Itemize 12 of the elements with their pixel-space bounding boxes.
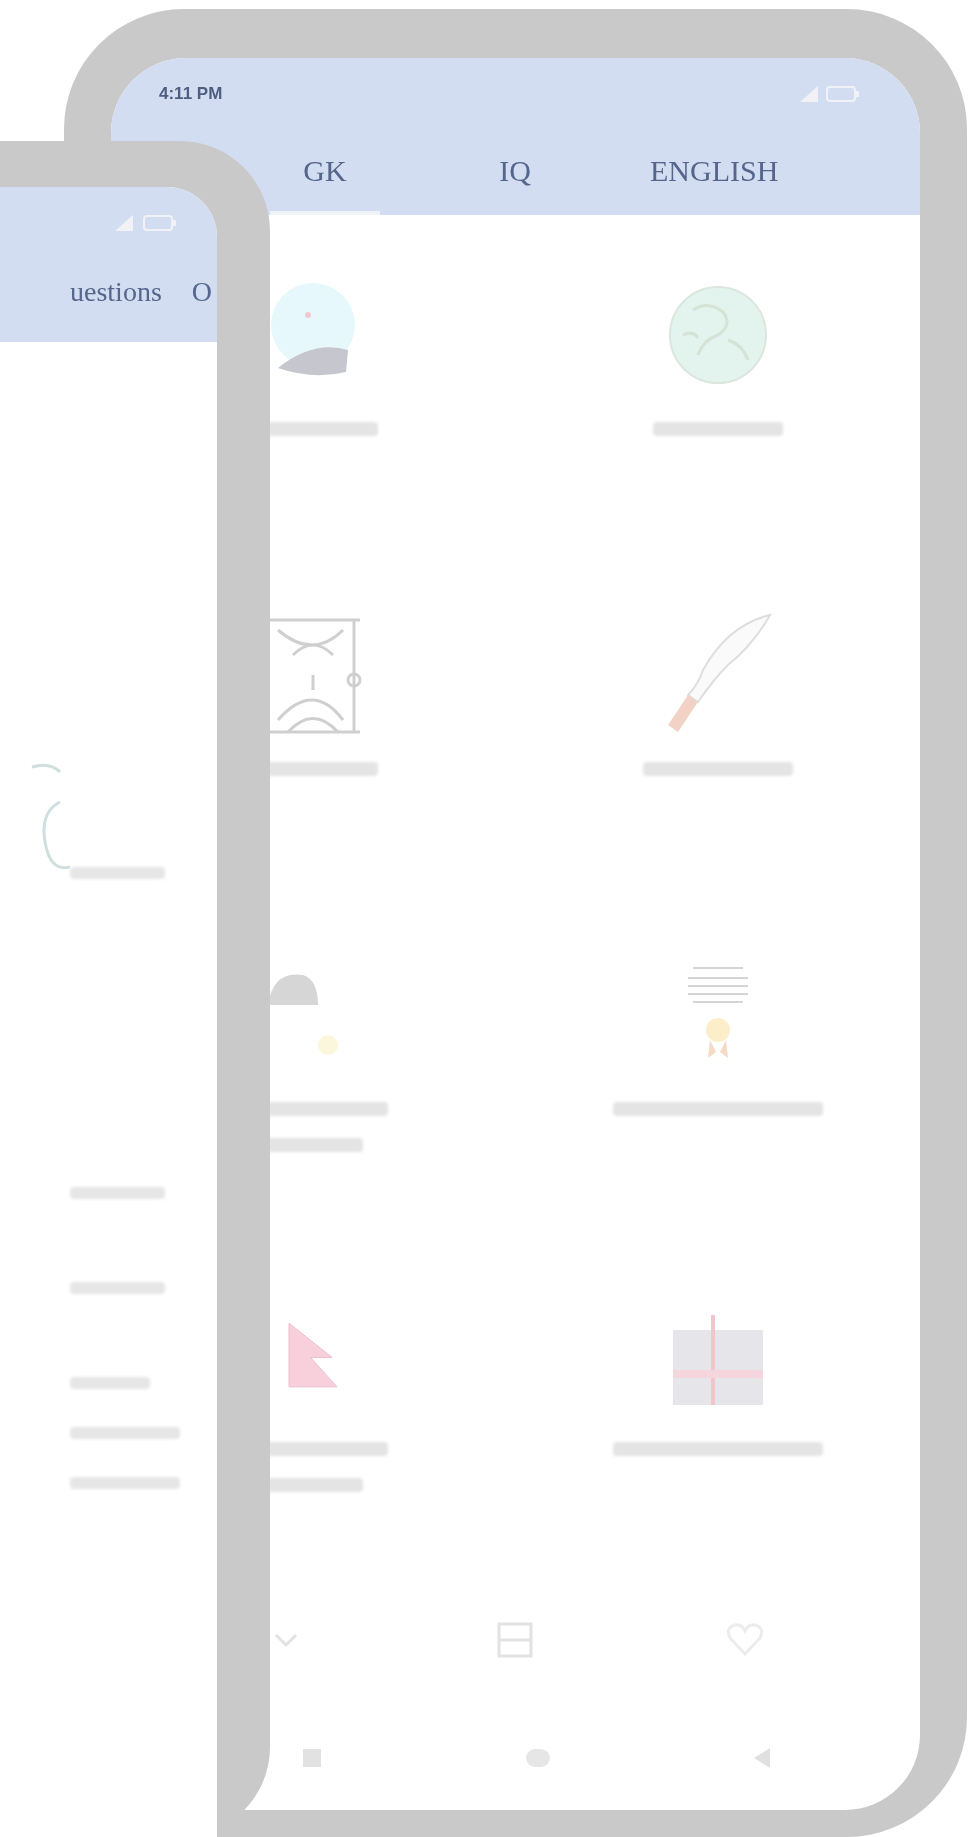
- grid-icon[interactable]: [495, 1620, 536, 1660]
- tab[interactable]: IQ: [460, 130, 570, 215]
- battery-icon: [143, 215, 177, 231]
- tab[interactable]: O: [191, 276, 212, 312]
- tab[interactable]: GK: [270, 130, 380, 215]
- tab[interactable]: ENGLISH: [650, 130, 779, 215]
- status-time: 4:11 PM: [159, 84, 223, 104]
- tab[interactable]: uestions: [70, 276, 162, 312]
- battery-icon: [826, 86, 860, 102]
- signal-icon: [798, 86, 820, 102]
- home-icon[interactable]: [523, 1746, 552, 1770]
- flag-icon: [288, 1322, 339, 1388]
